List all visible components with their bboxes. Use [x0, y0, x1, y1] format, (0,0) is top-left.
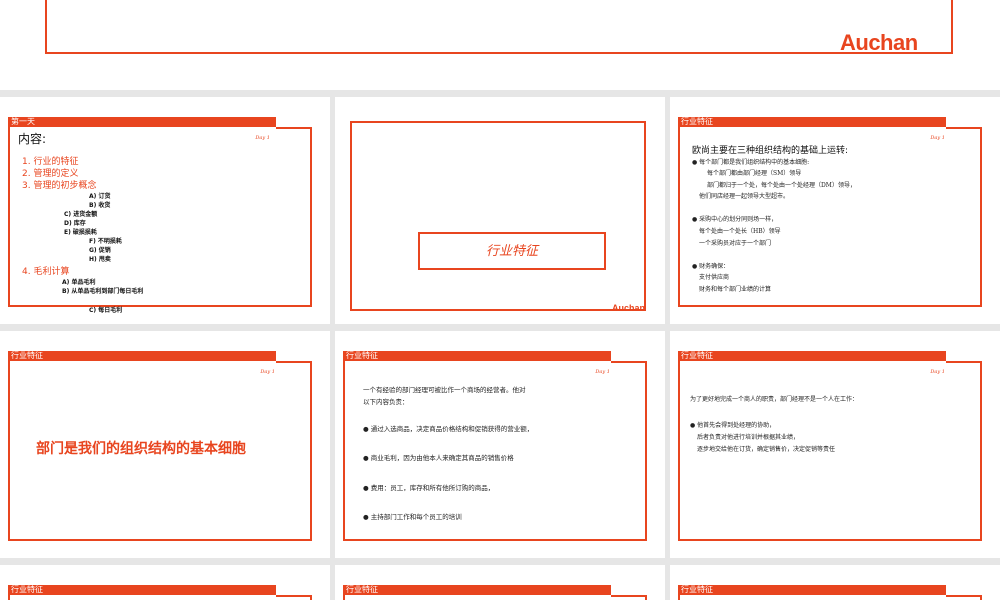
- slide-8[interactable]: 行业特征: [335, 565, 665, 600]
- slide-header: 行业特征: [343, 585, 611, 595]
- list-item: 4. 毛利计算: [22, 267, 70, 277]
- slide-4[interactable]: 行业特征 Day 1 部门是我们的组织结构的基本细胞: [0, 331, 330, 558]
- list-item: 3. 管理的初步概念: [22, 181, 97, 191]
- slide-frame: [45, 0, 953, 54]
- sub-item: G) 促销: [89, 247, 111, 254]
- bullet-item: ● 他首先会得到处经理的协助，: [690, 422, 776, 429]
- sub-item: A) 单品毛利: [62, 279, 96, 286]
- text-line: 部门都归于一个处，每个处由一个处经理（DM）领导，: [707, 182, 856, 189]
- text-line: 为了更好地完成一个商人的职责，部门经理不是一个人在工作：: [690, 396, 859, 403]
- sub-item: E) 破损损耗: [64, 229, 97, 236]
- text-line: 逐步地交给他在订货，确定销售价，决定促销等责任: [697, 446, 836, 453]
- day-label: Day 1: [595, 369, 610, 375]
- slide-header: 行业特征: [343, 351, 611, 361]
- slide-header: 行业特征: [678, 117, 946, 127]
- slide-top[interactable]: Auchan: [0, 0, 1000, 90]
- text-line: 他们同店经理一起领导大型超市。: [699, 193, 790, 200]
- slide-2[interactable]: 行业特征 Auchan: [335, 97, 665, 324]
- slide-title: 欧尚主要在三种组织结构的基础上运转:: [692, 146, 849, 156]
- slide-6[interactable]: 行业特征 Day 1 为了更好地完成一个商人的职责，部门经理不是一个人在工作： …: [670, 331, 1000, 558]
- sub-item: H) 甩卖: [89, 256, 111, 263]
- text-line: ● 每个部门都是我们组织结构中的基本细胞:: [692, 159, 810, 166]
- text-line: 后者负责对他进行培训并根据其业绩，: [697, 434, 800, 441]
- text-line: ● 采购中心的划分同则场一样，: [692, 216, 778, 223]
- sub-item: B) 收货: [89, 202, 111, 209]
- sub-item: C) 进货金额: [64, 211, 98, 218]
- bullet-item: ● 主持部门工作和每个员工的培训: [363, 513, 462, 521]
- section-title: 行业特征: [418, 232, 606, 270]
- slide-header: 行业特征: [8, 585, 276, 595]
- slide-header: 行业特征: [678, 351, 946, 361]
- slide-header: 行业特征: [678, 585, 946, 595]
- slide-1[interactable]: 第一天 Day 1 内容: 1. 行业的特征 2. 管理的定义 3. 管理的初步…: [0, 97, 330, 324]
- text-line: 一个有经验的部门经理可被比作一个商场的经营者。他对: [363, 386, 526, 394]
- text-line: 一个采购员对应于一个部门: [699, 240, 772, 247]
- bullet-item: ● 通过入选商品，决定商品价格结构和促销获得的营业额，: [363, 425, 534, 433]
- sub-item: F) 不明损耗: [89, 238, 122, 245]
- slide-frame: [350, 121, 646, 311]
- auchan-logo: Auchan: [612, 303, 646, 313]
- bullet-item: ● 费用：员工，库存和所有他所订购的商品，: [363, 484, 495, 492]
- day-label: Day 1: [930, 369, 945, 375]
- day-label: Day 1: [930, 135, 945, 141]
- slide-header: 第一天: [8, 117, 276, 127]
- text-line: 财务和每个部门业绩的计算: [699, 286, 772, 293]
- auchan-logo: Auchan: [840, 30, 918, 55]
- day-label: Day 1: [260, 369, 275, 375]
- slide-7[interactable]: 行业特征: [0, 565, 330, 600]
- sub-item: C) 每日毛利: [89, 307, 123, 314]
- text-line: 以下内容负责：: [363, 398, 409, 406]
- slide-5[interactable]: 行业特征 Day 1 一个有经验的部门经理可被比作一个商场的经营者。他对 以下内…: [335, 331, 665, 558]
- sub-item: B) 从单品毛利到部门每日毛利: [62, 288, 144, 295]
- content-title: 内容:: [18, 132, 47, 146]
- text-line: 每个处由一个处长（HB）领导: [699, 228, 781, 235]
- slide-statement: 部门是我们的组织结构的基本细胞: [36, 441, 246, 457]
- slide-header: 行业特征: [8, 351, 276, 361]
- text-line: 每个部门都由部门经理（SM）领导: [707, 170, 802, 177]
- text-line: 支付供应商: [699, 274, 730, 281]
- sub-item: D) 库存: [64, 220, 86, 227]
- slide-3[interactable]: 行业特征 Day 1 欧尚主要在三种组织结构的基础上运转: ● 每个部门都是我们…: [670, 97, 1000, 324]
- day-label: Day 1: [255, 135, 270, 141]
- sub-item: A) 订货: [89, 193, 111, 200]
- bullet-item: ● 商业毛利，因为由他本人来确定其商品的销售价格: [363, 454, 514, 462]
- text-line: ● 财务确保：: [692, 263, 730, 270]
- slide-9[interactable]: 行业特征: [670, 565, 1000, 600]
